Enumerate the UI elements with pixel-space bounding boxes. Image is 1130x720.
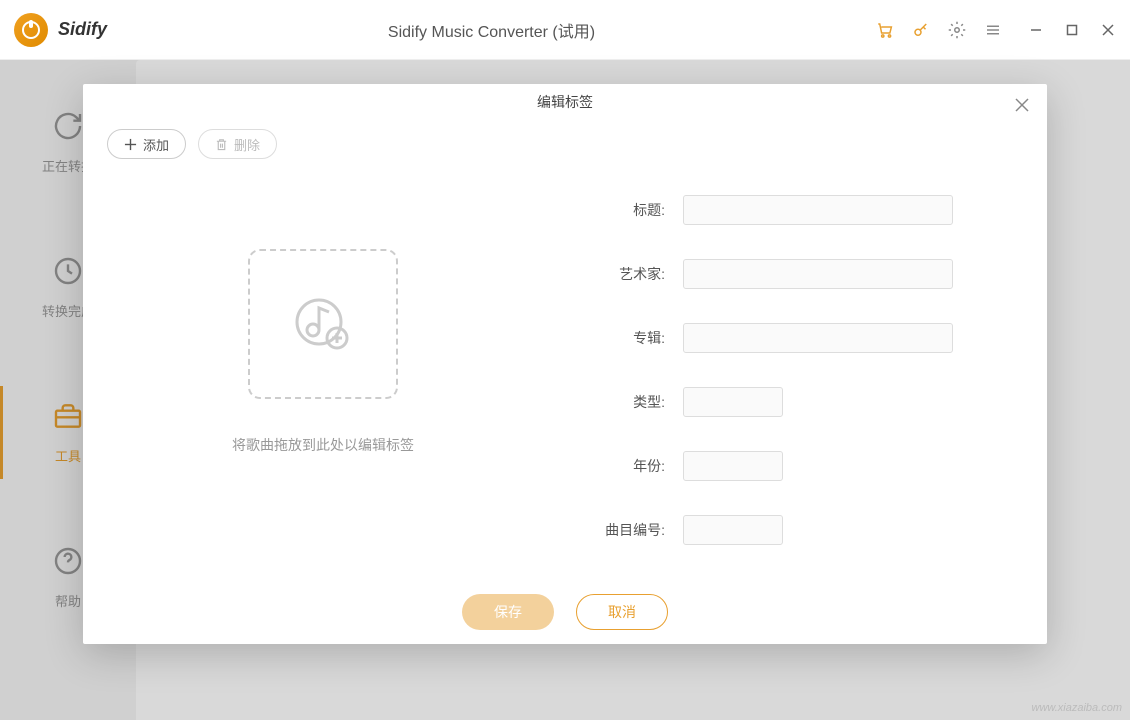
modal-close-button[interactable] [1015, 98, 1029, 117]
cart-icon[interactable] [876, 21, 894, 39]
field-artist: 艺术家: [523, 259, 1007, 289]
window-controls [1028, 24, 1116, 36]
key-icon[interactable] [912, 21, 930, 39]
field-year: 年份: [523, 451, 1007, 481]
titlebar-actions [876, 21, 1116, 39]
input-genre[interactable] [683, 387, 783, 417]
input-title[interactable] [683, 195, 953, 225]
modal-footer: 保存 取消 [83, 579, 1047, 644]
save-button[interactable]: 保存 [462, 594, 554, 630]
cancel-button[interactable]: 取消 [576, 594, 668, 630]
drop-box [248, 249, 398, 399]
titlebar: Sidify Sidify Music Converter (试用) [0, 0, 1130, 60]
app-logo-icon [14, 13, 48, 47]
brand-area: Sidify [14, 13, 107, 47]
delete-button: 删除 [198, 129, 277, 159]
modal-body: 将歌曲拖放到此处以编辑标签 标题: 艺术家: 专辑: 类型: [83, 159, 1047, 579]
label-artist: 艺术家: [523, 264, 683, 284]
delete-button-label: 删除 [234, 135, 260, 154]
drop-area[interactable]: 将歌曲拖放到此处以编辑标签 [123, 189, 523, 579]
close-icon [1015, 98, 1029, 112]
window-title: Sidify Music Converter (试用) [107, 18, 876, 42]
edit-tag-modal: 编辑标签 添加 删除 [83, 84, 1047, 644]
trash-icon [215, 138, 228, 151]
plus-icon [124, 138, 137, 151]
minimize-button[interactable] [1028, 24, 1044, 36]
watermark: www.xiazaiba.com [1032, 702, 1122, 714]
modal-header: 编辑标签 [83, 84, 1047, 119]
add-button-label: 添加 [143, 135, 169, 154]
music-add-icon [291, 292, 355, 356]
label-album: 专辑: [523, 328, 683, 348]
input-artist[interactable] [683, 259, 953, 289]
settings-icon[interactable] [948, 21, 966, 39]
form-area: 标题: 艺术家: 专辑: 类型: 年份: [523, 189, 1007, 579]
label-genre: 类型: [523, 392, 683, 412]
label-track: 曲目编号: [523, 520, 683, 540]
label-year: 年份: [523, 456, 683, 476]
drop-hint: 将歌曲拖放到此处以编辑标签 [232, 435, 414, 455]
field-genre: 类型: [523, 387, 1007, 417]
brand-name: Sidify [58, 19, 107, 40]
input-year[interactable] [683, 451, 783, 481]
close-window-button[interactable] [1100, 24, 1116, 36]
input-album[interactable] [683, 323, 953, 353]
menu-icon[interactable] [984, 21, 1002, 39]
field-track: 曲目编号: [523, 515, 1007, 545]
modal-title: 编辑标签 [537, 92, 593, 112]
modal-overlay: 编辑标签 添加 删除 [0, 60, 1130, 720]
field-album: 专辑: [523, 323, 1007, 353]
add-button[interactable]: 添加 [107, 129, 186, 159]
maximize-button[interactable] [1064, 24, 1080, 36]
field-title: 标题: [523, 195, 1007, 225]
input-track[interactable] [683, 515, 783, 545]
label-title: 标题: [523, 200, 683, 220]
modal-toolbar: 添加 删除 [83, 119, 1047, 159]
